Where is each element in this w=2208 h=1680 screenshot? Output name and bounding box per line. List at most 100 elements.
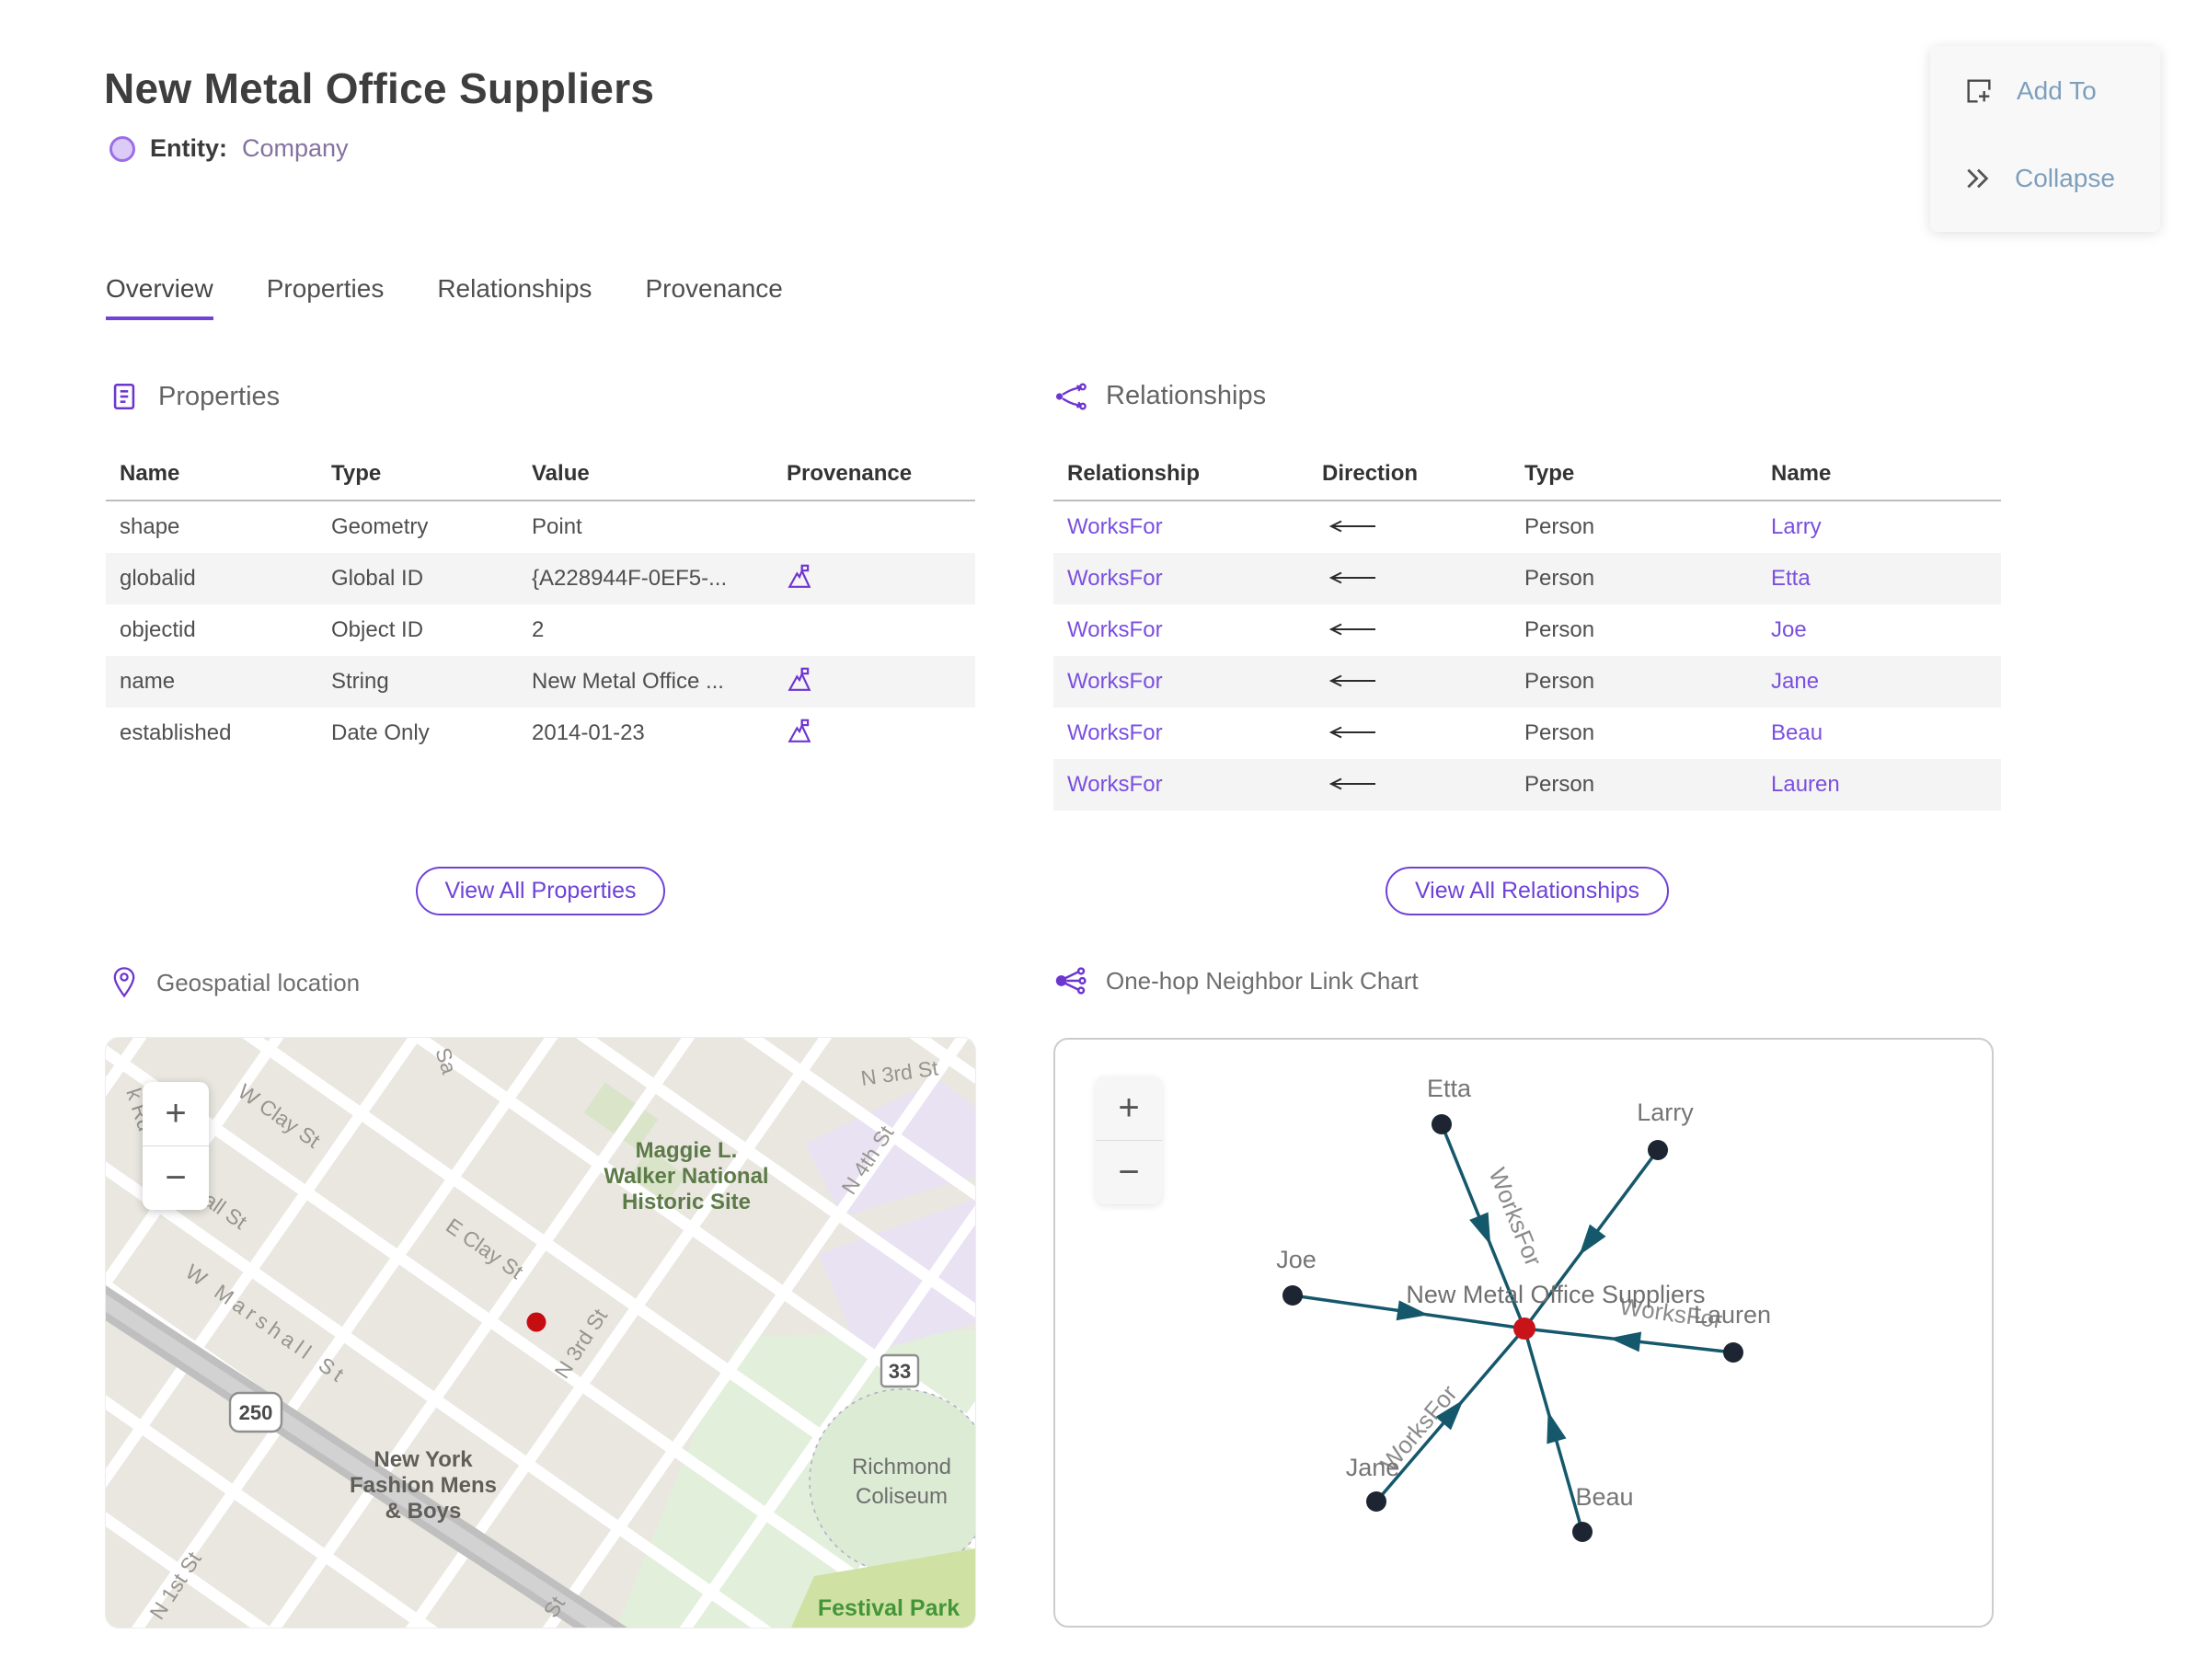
add-to-button[interactable]: Add To — [1963, 75, 2097, 107]
column-header: Direction — [1322, 461, 1419, 486]
property-value: {A228944F-0EF5-... — [532, 566, 728, 591]
map-pin-icon — [113, 967, 135, 998]
poi-label: Festival Park — [818, 1595, 960, 1621]
relationship-type-link[interactable]: WorksFor — [1067, 720, 1163, 745]
name-cell: Larry — [1757, 514, 2001, 540]
relationship-type-link[interactable]: WorksFor — [1067, 669, 1163, 694]
collapse-icon — [1967, 168, 1989, 189]
column-header: Name — [120, 461, 180, 486]
column-header: Type — [1524, 461, 1575, 486]
relationship-type-link[interactable]: WorksFor — [1067, 514, 1163, 539]
entity-label: Entity: — [150, 134, 227, 162]
tab-bar: Overview Properties Relationships Provenanc… — [106, 274, 783, 320]
view-all-relationships-button[interactable]: View All Relationships — [1385, 867, 1670, 915]
poi-label: New York — [374, 1447, 473, 1472]
property-value: 2014-01-23 — [532, 720, 645, 745]
provenance-icon[interactable] — [787, 562, 812, 590]
direction-cell — [1308, 720, 1511, 746]
column-header: Name — [1771, 461, 1832, 486]
graph-node-label: Jane — [1346, 1454, 1400, 1481]
name-cell: Jane — [1757, 669, 2001, 695]
graph-node-lauren[interactable] — [1723, 1342, 1743, 1363]
map-zoom-out-button[interactable]: − — [143, 1145, 209, 1210]
property-type: Object ID — [331, 617, 424, 642]
relationship-type-link[interactable]: WorksFor — [1067, 566, 1163, 591]
column-header: Provenance — [787, 461, 913, 486]
graph-node-joe[interactable] — [1282, 1285, 1303, 1306]
entity-location-marker[interactable] — [526, 1312, 546, 1332]
property-type: Date Only — [331, 720, 430, 745]
graph-center-node[interactable] — [1513, 1318, 1535, 1340]
entity-type-value: Company — [242, 134, 349, 162]
map-zoom-control: + − — [143, 1082, 209, 1210]
svg-text:33: 33 — [889, 1360, 911, 1383]
relationship-cell: WorksFor — [1053, 514, 1308, 540]
related-entity-link[interactable]: Larry — [1771, 514, 1822, 539]
tab-overview[interactable]: Overview — [106, 274, 213, 320]
link-chart-graph: WorksForWorksForWorksForEttaLarryJoeLaur… — [1276, 1075, 1771, 1542]
relationship-cell: WorksFor — [1053, 566, 1308, 592]
link-chart-icon — [1055, 967, 1087, 995]
graph-node-beau[interactable] — [1572, 1522, 1593, 1542]
relationship-type-link[interactable]: WorksFor — [1067, 772, 1163, 797]
related-entity-type: Person — [1524, 720, 1595, 745]
table-header-row: Relationship Direction Type Name — [1053, 448, 2001, 501]
related-entity-link[interactable]: Lauren — [1771, 772, 1840, 797]
related-entity-link[interactable]: Joe — [1771, 617, 1807, 642]
property-name: shape — [120, 514, 180, 539]
graph-node-larry[interactable] — [1648, 1140, 1668, 1160]
property-provenance-cell — [773, 717, 975, 751]
table-row: name String New Metal Office ... — [106, 656, 975, 708]
relationships-section-title: Relationships — [1106, 381, 1267, 410]
related-entity-link[interactable]: Jane — [1771, 669, 1819, 694]
direction-left-arrow-icon — [1328, 777, 1375, 790]
entity-type-dot-icon — [109, 135, 135, 162]
chart-zoom-in-button[interactable]: + — [1096, 1076, 1162, 1140]
entity-badge: Entity: Company — [109, 134, 349, 163]
name-cell: Etta — [1757, 566, 2001, 592]
poi-label: Historic Site — [622, 1190, 751, 1214]
link-chart-canvas[interactable]: WorksFor WorksFor WorksFor Etta Larry Joe Laur… — [1053, 1038, 1994, 1628]
properties-icon — [113, 383, 135, 410]
related-entity-type: Person — [1524, 669, 1595, 694]
related-entity-type: Person — [1524, 566, 1595, 591]
relationship-type-link[interactable]: WorksFor — [1067, 617, 1163, 642]
provenance-icon[interactable] — [787, 665, 812, 693]
direction-cell — [1308, 669, 1511, 695]
map-zoom-in-button[interactable]: + — [143, 1082, 209, 1145]
tab-properties[interactable]: Properties — [267, 274, 385, 320]
property-provenance-cell — [773, 562, 975, 596]
chart-zoom-control: + − — [1096, 1076, 1162, 1204]
related-entity-link[interactable]: Beau — [1771, 720, 1823, 745]
tab-provenance[interactable]: Provenance — [645, 274, 782, 320]
properties-table: Name Type Value Provenance shape Geometry Poin… — [106, 448, 975, 759]
direction-cell — [1308, 772, 1511, 798]
collapse-label: Collapse — [2015, 164, 2115, 192]
view-all-properties-button[interactable]: View All Properties — [415, 867, 666, 915]
table-row: WorksFor Person Joe — [1053, 604, 2001, 656]
provenance-icon[interactable] — [787, 717, 812, 744]
chart-zoom-out-button[interactable]: − — [1096, 1140, 1162, 1204]
name-cell: Lauren — [1757, 772, 2001, 798]
property-value: New Metal Office ... — [532, 669, 724, 694]
property-type: Geometry — [331, 514, 429, 539]
direction-cell — [1308, 566, 1511, 592]
direction-cell — [1308, 514, 1511, 540]
direction-left-arrow-icon — [1328, 571, 1375, 584]
poi-label: Fashion Mens — [350, 1473, 497, 1498]
graph-node-label: Joe — [1276, 1246, 1317, 1273]
collapse-button[interactable]: Collapse — [1963, 164, 2115, 193]
tab-relationships[interactable]: Relationships — [437, 274, 592, 320]
graph-node-label: Beau — [1575, 1483, 1633, 1511]
relationships-table: Relationship Direction Type Name WorksFor Per… — [1053, 448, 2001, 811]
related-entity-link[interactable]: Etta — [1771, 566, 1811, 591]
map-canvas[interactable]: 25033k RdSaW Clay StMarshall StW Marshal… — [106, 1038, 975, 1628]
poi-label: Maggie L. — [636, 1138, 738, 1163]
basemap: 25033k RdSaW Clay StMarshall StW Marshal… — [106, 1038, 975, 1628]
relationship-cell: WorksFor — [1053, 772, 1308, 798]
graph-node-etta[interactable] — [1432, 1114, 1452, 1134]
table-row: shape Geometry Point — [106, 501, 975, 553]
graph-node-jane[interactable] — [1366, 1491, 1386, 1512]
geospatial-section-title: Geospatial location — [156, 968, 361, 996]
property-name: globalid — [120, 566, 196, 591]
